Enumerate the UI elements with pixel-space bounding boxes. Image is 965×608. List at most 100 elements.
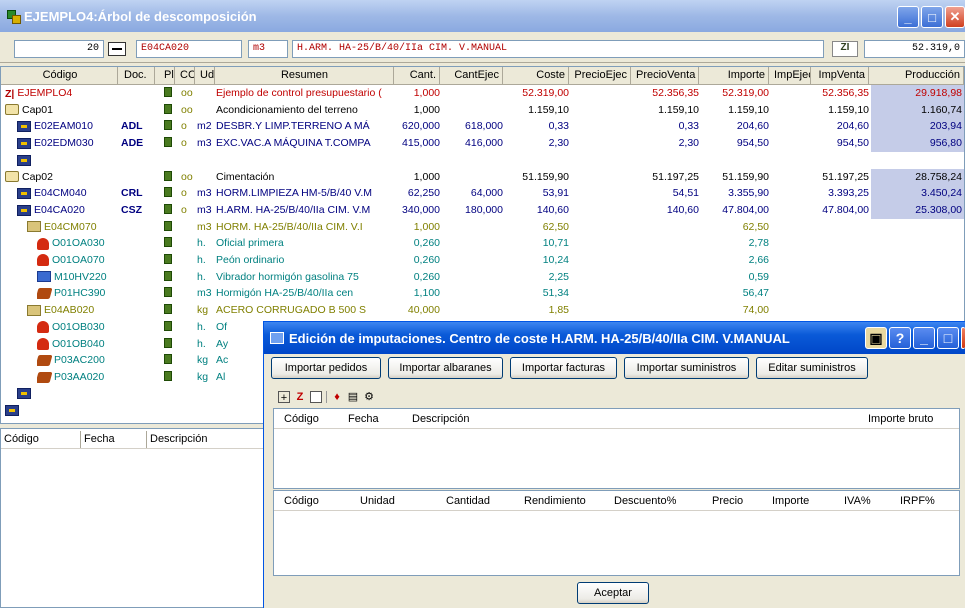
empty-icon[interactable]: [17, 388, 31, 400]
print-icon[interactable]: ▤: [347, 391, 359, 403]
document-icon[interactable]: [164, 237, 172, 250]
col-pli[interactable]: Pli: [161, 67, 175, 84]
new-icon[interactable]: [310, 391, 322, 403]
import-invoices-button[interactable]: Importar facturas: [510, 357, 617, 379]
book-icon[interactable]: ▣: [865, 327, 887, 349]
code-field[interactable]: E04CA020: [136, 40, 242, 58]
col-produccion[interactable]: Producción: [871, 67, 964, 84]
edit-supplies-button[interactable]: Editar suministros: [756, 357, 868, 379]
summary-field[interactable]: H.ARM. HA-25/B/40/IIa CIM. V.MANUAL: [292, 40, 824, 58]
zi-icon[interactable]: ZI: [832, 41, 858, 57]
add-icon[interactable]: +: [278, 391, 290, 404]
document-icon[interactable]: [164, 220, 172, 234]
table-row[interactable]: E02EAM010 ADL m2 DESBR.Y LIMP.TERRENO A MÁ 6…: [1, 118, 964, 136]
col-impejec[interactable]: ImpEjec: [771, 67, 811, 84]
document-icon[interactable]: [164, 254, 172, 267]
table-row[interactable]: O01OA030 h. Oficial primera 0,260 10,71 2,78: [1, 235, 964, 253]
table-row[interactable]: Z| EJEMPLO4 Ejemplo de control presupuesta…: [1, 85, 964, 103]
unit-field[interactable]: m3: [248, 40, 288, 58]
document-icon[interactable]: [164, 103, 172, 117]
document-icon[interactable]: [164, 120, 172, 133]
table-row[interactable]: Cap02 Cimentación 1,000 51.159,90 51.197,25 5…: [1, 168, 964, 187]
table-row[interactable]: E04AB020 kg ACERO CORRUGADO B 500 S 40,000 1…: [1, 302, 964, 320]
cell-cant: 1,100: [413, 287, 440, 300]
folder-icon[interactable]: [5, 104, 19, 116]
task-icon[interactable]: [17, 137, 31, 149]
settings-icon[interactable]: ⚙: [363, 391, 375, 403]
lines-panel[interactable]: Código Unidad Cantidad Rendimiento Descu…: [273, 490, 960, 576]
dialog-icon-toolbar: + Z ♦ ▤ ⚙: [278, 389, 375, 405]
table-row[interactable]: Cap01 Acondicionamiento del terreno 1,000 1…: [1, 101, 964, 120]
document-icon[interactable]: [164, 270, 172, 284]
empty-icon[interactable]: [5, 405, 19, 417]
maximize-button[interactable]: □: [921, 6, 943, 28]
count-field[interactable]: 20: [14, 40, 104, 58]
amount-field[interactable]: 52.319,0: [864, 40, 965, 58]
accept-button[interactable]: Aceptar: [577, 582, 649, 604]
col-impventa[interactable]: ImpVenta: [813, 67, 869, 84]
document-icon[interactable]: [164, 187, 172, 200]
col-precioejec[interactable]: PrecioEjec: [571, 67, 631, 84]
aux-icon[interactable]: [27, 221, 41, 233]
col-coste[interactable]: Coste: [505, 67, 569, 84]
document-icon[interactable]: [164, 337, 172, 351]
col-precioventa[interactable]: PrecioVenta: [633, 67, 699, 84]
document-icon[interactable]: [164, 354, 172, 367]
col-doc[interactable]: Doc.: [121, 67, 155, 84]
task-icon[interactable]: [17, 204, 31, 216]
lower-col-code: Código: [1, 431, 81, 448]
import-delivery-notes-button[interactable]: Importar albaranes: [388, 357, 503, 379]
import-supplies-button[interactable]: Importar suministros: [624, 357, 749, 379]
dialog-minimize-button[interactable]: _: [913, 327, 935, 349]
col-summary[interactable]: Resumen: [216, 67, 394, 84]
col-cc[interactable]: CC: [177, 67, 195, 84]
table-row[interactable]: P01HC390 m3 Hormigón HA-25/B/40/IIa cen 1,1…: [1, 285, 964, 303]
task-icon[interactable]: [17, 121, 31, 133]
worker-icon[interactable]: [37, 321, 49, 334]
document-icon[interactable]: [164, 370, 172, 384]
delete-icon[interactable]: Z: [294, 391, 306, 403]
col-importe[interactable]: Importe: [701, 67, 769, 84]
document-icon[interactable]: [164, 304, 172, 317]
minimize-button[interactable]: _: [897, 6, 919, 28]
dialog-close-button[interactable]: [961, 327, 965, 349]
table-row[interactable]: E04CM070 m3 HORM. HA-25/B/40/IIa CIM. V.I 1…: [1, 219, 964, 237]
machine-icon[interactable]: [37, 271, 51, 283]
document-icon[interactable]: [164, 137, 172, 150]
cell-importe: 74,00: [742, 304, 769, 317]
document-icon[interactable]: [164, 203, 172, 217]
table-row[interactable]: E04CA020 CSZ m3 H.ARM. HA-25/B/40/IIa CIM. …: [1, 201, 964, 220]
help-button[interactable]: ?: [889, 327, 911, 349]
table-row[interactable]: O01OA070 h. Peón ordinario 0,260 10,24 2,66: [1, 252, 964, 270]
col-code[interactable]: Código: [3, 67, 118, 84]
worker-icon[interactable]: [37, 237, 49, 250]
col-cantejec[interactable]: CantEjec: [433, 67, 503, 84]
close-button[interactable]: ✕: [945, 6, 965, 28]
document-icon[interactable]: [164, 170, 172, 184]
col-ud[interactable]: Ud: [197, 67, 215, 84]
material-icon[interactable]: [37, 371, 53, 383]
task-icon[interactable]: [17, 187, 31, 199]
folder-icon[interactable]: [5, 171, 19, 183]
invoices-panel[interactable]: Código Fecha Descripción Importe bruto: [273, 408, 960, 489]
toggle-icon[interactable]: [108, 42, 126, 56]
aux-icon[interactable]: [27, 304, 41, 316]
table-row[interactable]: E04CM040 CRL m3 HORM.LIMPIEZA HM-5/B/40 V.M…: [1, 185, 964, 203]
table-row[interactable]: E02EDM030 ADE m3 EXC.VAC.A MÁQUINA T.COMPA 4…: [1, 135, 964, 153]
cell-code: E02EAM010: [34, 120, 93, 133]
worker-icon[interactable]: [37, 337, 49, 350]
root-icon[interactable]: Z|: [5, 88, 14, 99]
table-row[interactable]: M10HV220 h. Vibrador hormigón gasolina 75 0…: [1, 269, 964, 287]
material-icon[interactable]: [37, 288, 53, 300]
material-icon[interactable]: [37, 354, 53, 366]
document-icon[interactable]: [164, 320, 172, 334]
import-icon[interactable]: ♦: [331, 391, 343, 403]
document-icon[interactable]: [164, 87, 172, 100]
cc-marks: o: [181, 187, 187, 200]
import-orders-button[interactable]: Importar pedidos: [271, 357, 381, 379]
worker-icon[interactable]: [37, 254, 49, 267]
document-icon[interactable]: [164, 287, 172, 300]
dialog-maximize-button[interactable]: □: [937, 327, 959, 349]
empty-icon[interactable]: [17, 154, 31, 166]
table-row[interactable]: [1, 152, 964, 170]
